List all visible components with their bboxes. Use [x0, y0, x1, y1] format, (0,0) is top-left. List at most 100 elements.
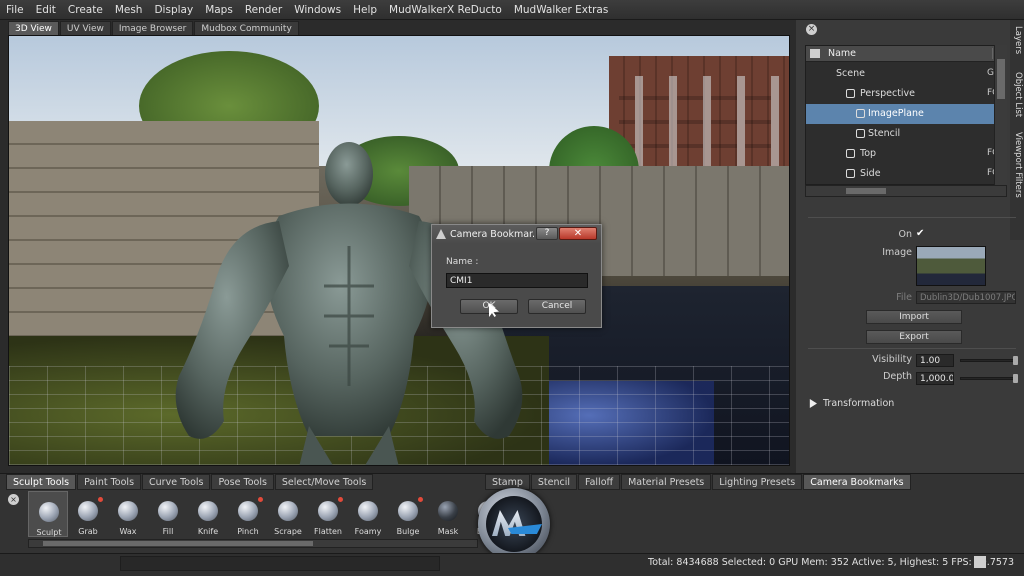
tool-label: Flatten — [314, 527, 342, 536]
tool-bulge[interactable]: Bulge — [388, 491, 428, 537]
sculpt-tool-icon — [39, 502, 59, 522]
tool-tray-scrollbar[interactable] — [28, 539, 478, 548]
scroll-thumb[interactable] — [43, 541, 313, 546]
menu-mudwalker-extras[interactable]: MudWalker Extras — [508, 4, 614, 16]
file-path-field[interactable]: Dublin3D/Dub1007.JPG — [916, 291, 1016, 304]
tab-material-presets[interactable]: Material Presets — [621, 474, 712, 490]
menu-windows[interactable]: Windows — [288, 4, 347, 16]
status-toggle-icon[interactable] — [974, 556, 986, 568]
tool-knife[interactable]: Knife — [188, 491, 228, 537]
3d-viewport[interactable] — [8, 35, 790, 466]
tool-tray-tabs-left: Sculpt Tools Paint Tools Curve Tools Pos… — [6, 474, 374, 490]
tab-object-list[interactable]: Object List — [1011, 72, 1023, 117]
menu-maps[interactable]: Maps — [199, 4, 239, 16]
tree-row-perspective[interactable]: Perspective FC — [806, 84, 1006, 104]
tab-layers[interactable]: Layers — [1011, 26, 1023, 54]
expand-arrow-icon[interactable] — [809, 399, 817, 408]
tab-camera-bookmarks[interactable]: Camera Bookmarks — [803, 474, 911, 490]
column-name[interactable]: Name — [828, 48, 856, 59]
scrape-tool-icon — [278, 501, 298, 521]
slider-handle[interactable] — [1013, 356, 1018, 365]
visibility-slider[interactable] — [960, 356, 1018, 365]
tree-row-label: ImagePlane — [868, 108, 924, 119]
status-stats: Total: 8434688 Selected: 0 GPU Mem: 352 … — [648, 557, 1014, 568]
tab-sculpt-tools[interactable]: Sculpt Tools — [6, 474, 77, 490]
tab-curve-tools[interactable]: Curve Tools — [142, 474, 211, 490]
menu-mudwalkerx-reducto[interactable]: MudWalkerX ReDucto — [383, 4, 508, 16]
menu-help[interactable]: Help — [347, 4, 383, 16]
tab-falloff[interactable]: Falloff — [578, 474, 621, 490]
tool-label: Pinch — [237, 527, 259, 536]
object-list-header: Name Ty — [806, 46, 1006, 62]
tab-stencil[interactable]: Stencil — [530, 474, 577, 490]
import-button[interactable]: Import — [866, 310, 962, 324]
panel-close-icon[interactable]: × — [806, 24, 817, 35]
tool-label: Fill — [162, 527, 174, 536]
knife-tool-icon — [198, 501, 218, 521]
tool-label: Wax — [119, 527, 137, 536]
menu-display[interactable]: Display — [148, 4, 199, 16]
tree-row-side[interactable]: Side FC — [806, 164, 1006, 184]
fill-tool-icon — [158, 501, 178, 521]
camera-bookmark-dialog: Camera Bookmar... ? ✕ Name : OK Cancel — [431, 224, 602, 328]
menu-mesh[interactable]: Mesh — [109, 4, 149, 16]
image-thumbnail[interactable] — [916, 246, 986, 286]
on-checkbox[interactable]: ✔ — [916, 229, 926, 239]
depth-field[interactable]: 1,000.00 — [916, 372, 954, 385]
depth-label: Depth — [883, 371, 912, 382]
tab-pose-tools[interactable]: Pose Tools — [211, 474, 274, 490]
dialog-help-button[interactable]: ? — [536, 227, 558, 240]
tree-row-label: Stencil — [868, 128, 901, 139]
tab-image-browser[interactable]: Image Browser — [111, 21, 194, 35]
depth-slider[interactable] — [960, 374, 1018, 383]
tab-uv-view[interactable]: UV View — [59, 21, 111, 35]
tool-pinch[interactable]: Pinch — [228, 491, 268, 537]
dialog-close-button[interactable]: ✕ — [559, 227, 597, 240]
foamy-tool-icon — [358, 501, 378, 521]
object-list-hscroll[interactable] — [805, 185, 1007, 197]
tool-grab[interactable]: Grab — [68, 491, 108, 537]
export-button[interactable]: Export — [866, 330, 962, 344]
status-message-field — [120, 556, 440, 571]
scroll-thumb[interactable] — [997, 59, 1005, 99]
tool-sculpt[interactable]: Sculpt — [28, 491, 68, 537]
tab-select-move-tools[interactable]: Select/Move Tools — [274, 474, 374, 490]
menu-render[interactable]: Render — [239, 4, 288, 16]
tab-lighting-presets[interactable]: Lighting Presets — [712, 474, 803, 490]
tree-row-stencil[interactable]: Stencil — [806, 124, 1006, 144]
cancel-button[interactable]: Cancel — [528, 299, 586, 314]
tool-scrape[interactable]: Scrape — [268, 491, 308, 537]
transformation-section[interactable]: Transformation — [808, 398, 894, 409]
tab-mudbox-community[interactable]: Mudbox Community — [194, 21, 299, 35]
bookmark-name-input[interactable] — [446, 273, 588, 288]
flatten-tool-icon — [318, 501, 338, 521]
menu-file[interactable]: File — [0, 4, 30, 16]
tool-mask[interactable]: Mask — [428, 491, 468, 537]
tab-3d-view[interactable]: 3D View — [8, 21, 59, 35]
tray-close-icon[interactable]: × — [8, 494, 19, 505]
camera-icon — [846, 89, 855, 98]
tool-wax[interactable]: Wax — [108, 491, 148, 537]
visibility-field[interactable]: 1.00 — [916, 354, 954, 367]
object-list-vscroll[interactable] — [994, 45, 1007, 185]
mask-tool-icon — [438, 501, 458, 521]
slider-handle[interactable] — [1013, 374, 1018, 383]
menu-edit[interactable]: Edit — [30, 4, 62, 16]
tree-row-scene[interactable]: Scene G — [806, 64, 1006, 84]
tool-fill[interactable]: Fill — [148, 491, 188, 537]
tree-row-type: G — [987, 68, 994, 78]
name-label: Name : — [446, 257, 479, 267]
tool-flatten[interactable]: Flatten — [308, 491, 348, 537]
menu-bar: File Edit Create Mesh Display Maps Rende… — [0, 0, 1024, 20]
tab-viewport-filters[interactable]: Viewport Filters — [1011, 132, 1023, 198]
menu-create[interactable]: Create — [62, 4, 109, 16]
tab-paint-tools[interactable]: Paint Tools — [77, 474, 142, 490]
file-label: File — [896, 292, 912, 303]
tool-label: Scrape — [274, 527, 302, 536]
tool-label: Sculpt — [36, 528, 62, 537]
tree-row-top[interactable]: Top FC — [806, 144, 1006, 164]
tree-row-imageplane[interactable]: ImagePlane — [806, 104, 1006, 124]
lock-column-icon[interactable] — [810, 49, 820, 58]
tool-foamy[interactable]: Foamy — [348, 491, 388, 537]
scroll-thumb[interactable] — [846, 188, 886, 194]
